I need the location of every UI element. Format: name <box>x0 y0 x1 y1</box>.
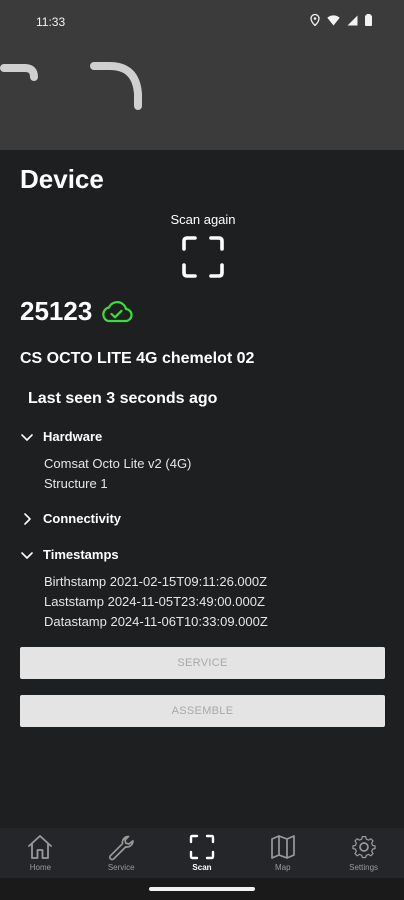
hardware-details: Comsat Octo Lite v2 (4G) Structure 1 <box>44 454 191 494</box>
service-button[interactable]: SERVICE <box>20 647 385 679</box>
map-icon <box>270 835 295 859</box>
nav-settings-label: Settings <box>349 863 379 872</box>
nav-scan-label: Scan <box>192 863 212 872</box>
chevron-down-icon <box>21 551 33 559</box>
nav-service-label: Service <box>107 863 135 872</box>
cloud-check-icon <box>102 300 133 322</box>
nav-settings[interactable]: Settings <box>323 828 404 878</box>
status-bar: 11:33 <box>0 0 404 44</box>
home-icon <box>28 835 53 859</box>
scan-again-button[interactable]: Scan again <box>150 212 256 279</box>
chevron-right-icon <box>24 512 31 525</box>
section-timestamps-label: Timestamps <box>43 547 119 562</box>
nav-home[interactable]: Home <box>0 828 81 878</box>
birthstamp: Birthstamp 2021-02-15T09:11:26.000Z <box>44 574 268 589</box>
status-icons <box>310 14 372 26</box>
device-name: CS OCTO LITE 4G chemelot 02 <box>20 350 255 367</box>
section-timestamps-toggle[interactable]: Timestamps <box>20 547 119 562</box>
home-gesture-bar[interactable] <box>149 887 255 891</box>
viewfinder-frame <box>0 62 142 110</box>
scan-icon <box>189 834 215 860</box>
timestamps-details: Birthstamp 2021-02-15T09:11:26.000Z Last… <box>44 572 268 632</box>
gesture-area <box>0 878 404 900</box>
nav-home-label: Home <box>29 863 52 872</box>
chevron-down-icon <box>21 433 33 441</box>
status-time: 11:33 <box>36 15 66 29</box>
section-connectivity-label: Connectivity <box>43 511 122 526</box>
laststamp: Laststamp 2024-11-05T23:49:00.000Z <box>44 594 265 609</box>
page-title: Device <box>20 164 104 194</box>
device-id: 25123 <box>20 296 93 326</box>
assemble-button[interactable]: ASSEMBLE <box>20 695 385 727</box>
wifi-icon <box>327 14 340 25</box>
wrench-icon <box>109 835 134 861</box>
hardware-structure: Structure 1 <box>44 476 108 491</box>
nav-map-label: Map <box>275 863 291 872</box>
bottom-nav: Home Service Scan Map Settings <box>0 828 404 878</box>
device-sheet: Device Scan again 25123 CS OCTO LITE 4G … <box>0 150 404 828</box>
last-seen: Last seen 3 seconds ago <box>28 390 218 407</box>
nav-scan[interactable]: Scan <box>162 828 243 878</box>
device-id-row: 25123 <box>20 296 133 327</box>
gear-icon <box>351 835 376 859</box>
section-hardware-label: Hardware <box>43 429 103 444</box>
section-connectivity-toggle[interactable]: Connectivity <box>20 511 121 526</box>
scan-again-label: Scan again <box>170 212 236 227</box>
nav-service[interactable]: Service <box>81 828 162 878</box>
section-hardware-toggle[interactable]: Hardware <box>20 429 102 444</box>
hardware-model: Comsat Octo Lite v2 (4G) <box>44 456 192 471</box>
battery-icon <box>365 14 372 26</box>
camera-preview <box>0 44 404 150</box>
signal-icon <box>347 15 358 25</box>
location-icon <box>310 14 320 26</box>
scan-frame-icon <box>182 236 224 278</box>
datastamp: Datastamp 2024-11-06T10:33:09.000Z <box>44 614 268 629</box>
nav-map[interactable]: Map <box>242 828 323 878</box>
